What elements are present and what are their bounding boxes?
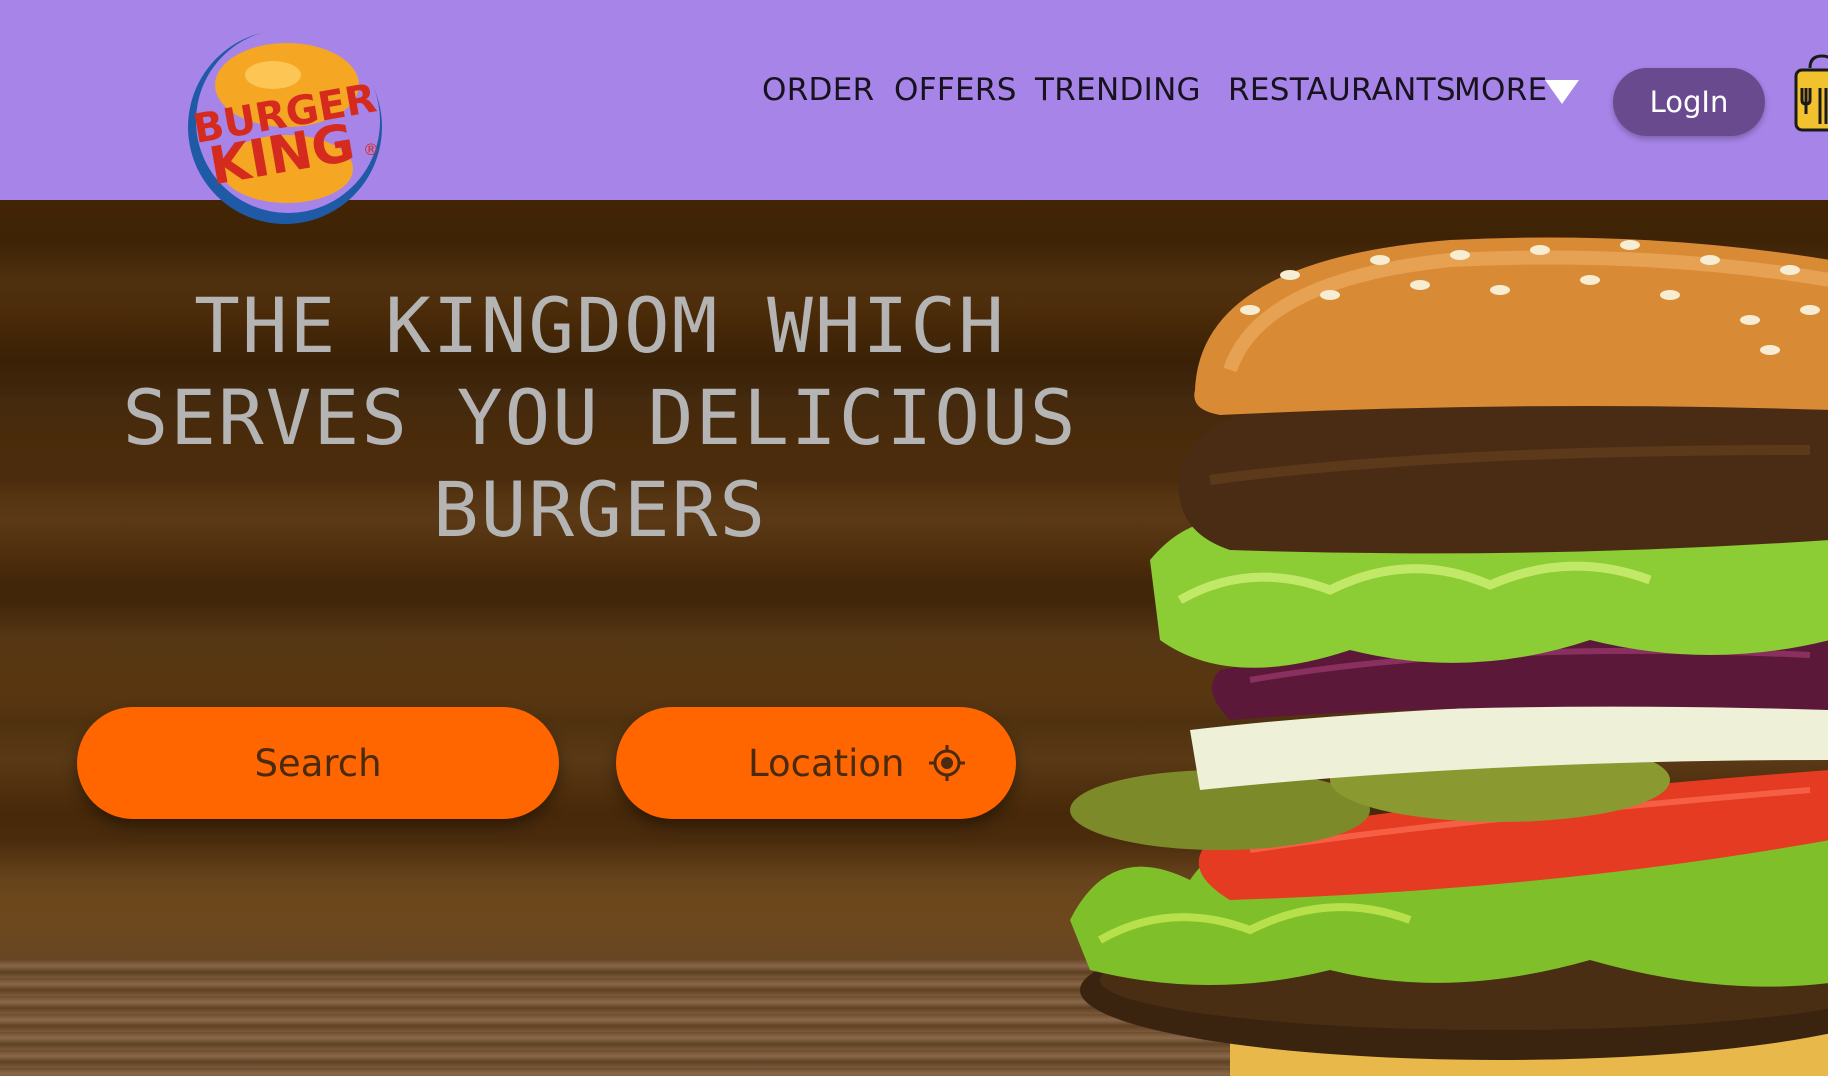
headline-line-2: SERVES YOU DELICIOUS <box>122 373 1078 462</box>
burger-photo <box>1070 237 1828 1076</box>
location-button-label: Location <box>748 741 905 785</box>
burger-king-logo[interactable]: BURGER KING ® <box>185 27 385 227</box>
nav-more-link[interactable]: MORE <box>1454 72 1547 108</box>
login-button[interactable]: LogIn <box>1613 68 1765 136</box>
logo-registered-mark: ® <box>363 140 379 159</box>
headline-line-3: BURGERS <box>432 465 768 554</box>
headline-line-1: THE KINGDOM WHICH <box>194 281 1006 370</box>
caret-down-icon[interactable] <box>1545 80 1579 104</box>
target-location-icon[interactable] <box>928 744 966 782</box>
nav-offers-link[interactable]: OFFERS <box>894 72 1017 108</box>
shopping-bag-icon[interactable] <box>1792 54 1828 134</box>
search-button-label: Search <box>254 741 382 785</box>
hero-section: THE KINGDOM WHICH SERVES YOU DELICIOUS B… <box>0 200 1828 1076</box>
nav-restaurants-link[interactable]: RESTAURANTS <box>1228 72 1456 108</box>
nav-order-link[interactable]: ORDER <box>762 72 874 108</box>
hero-headline: THE KINGDOM WHICH SERVES YOU DELICIOUS B… <box>90 280 1110 556</box>
search-button[interactable]: Search <box>77 707 559 819</box>
nav-trending-link[interactable]: TRENDING <box>1035 72 1201 108</box>
location-button[interactable]: Location <box>616 707 1016 819</box>
